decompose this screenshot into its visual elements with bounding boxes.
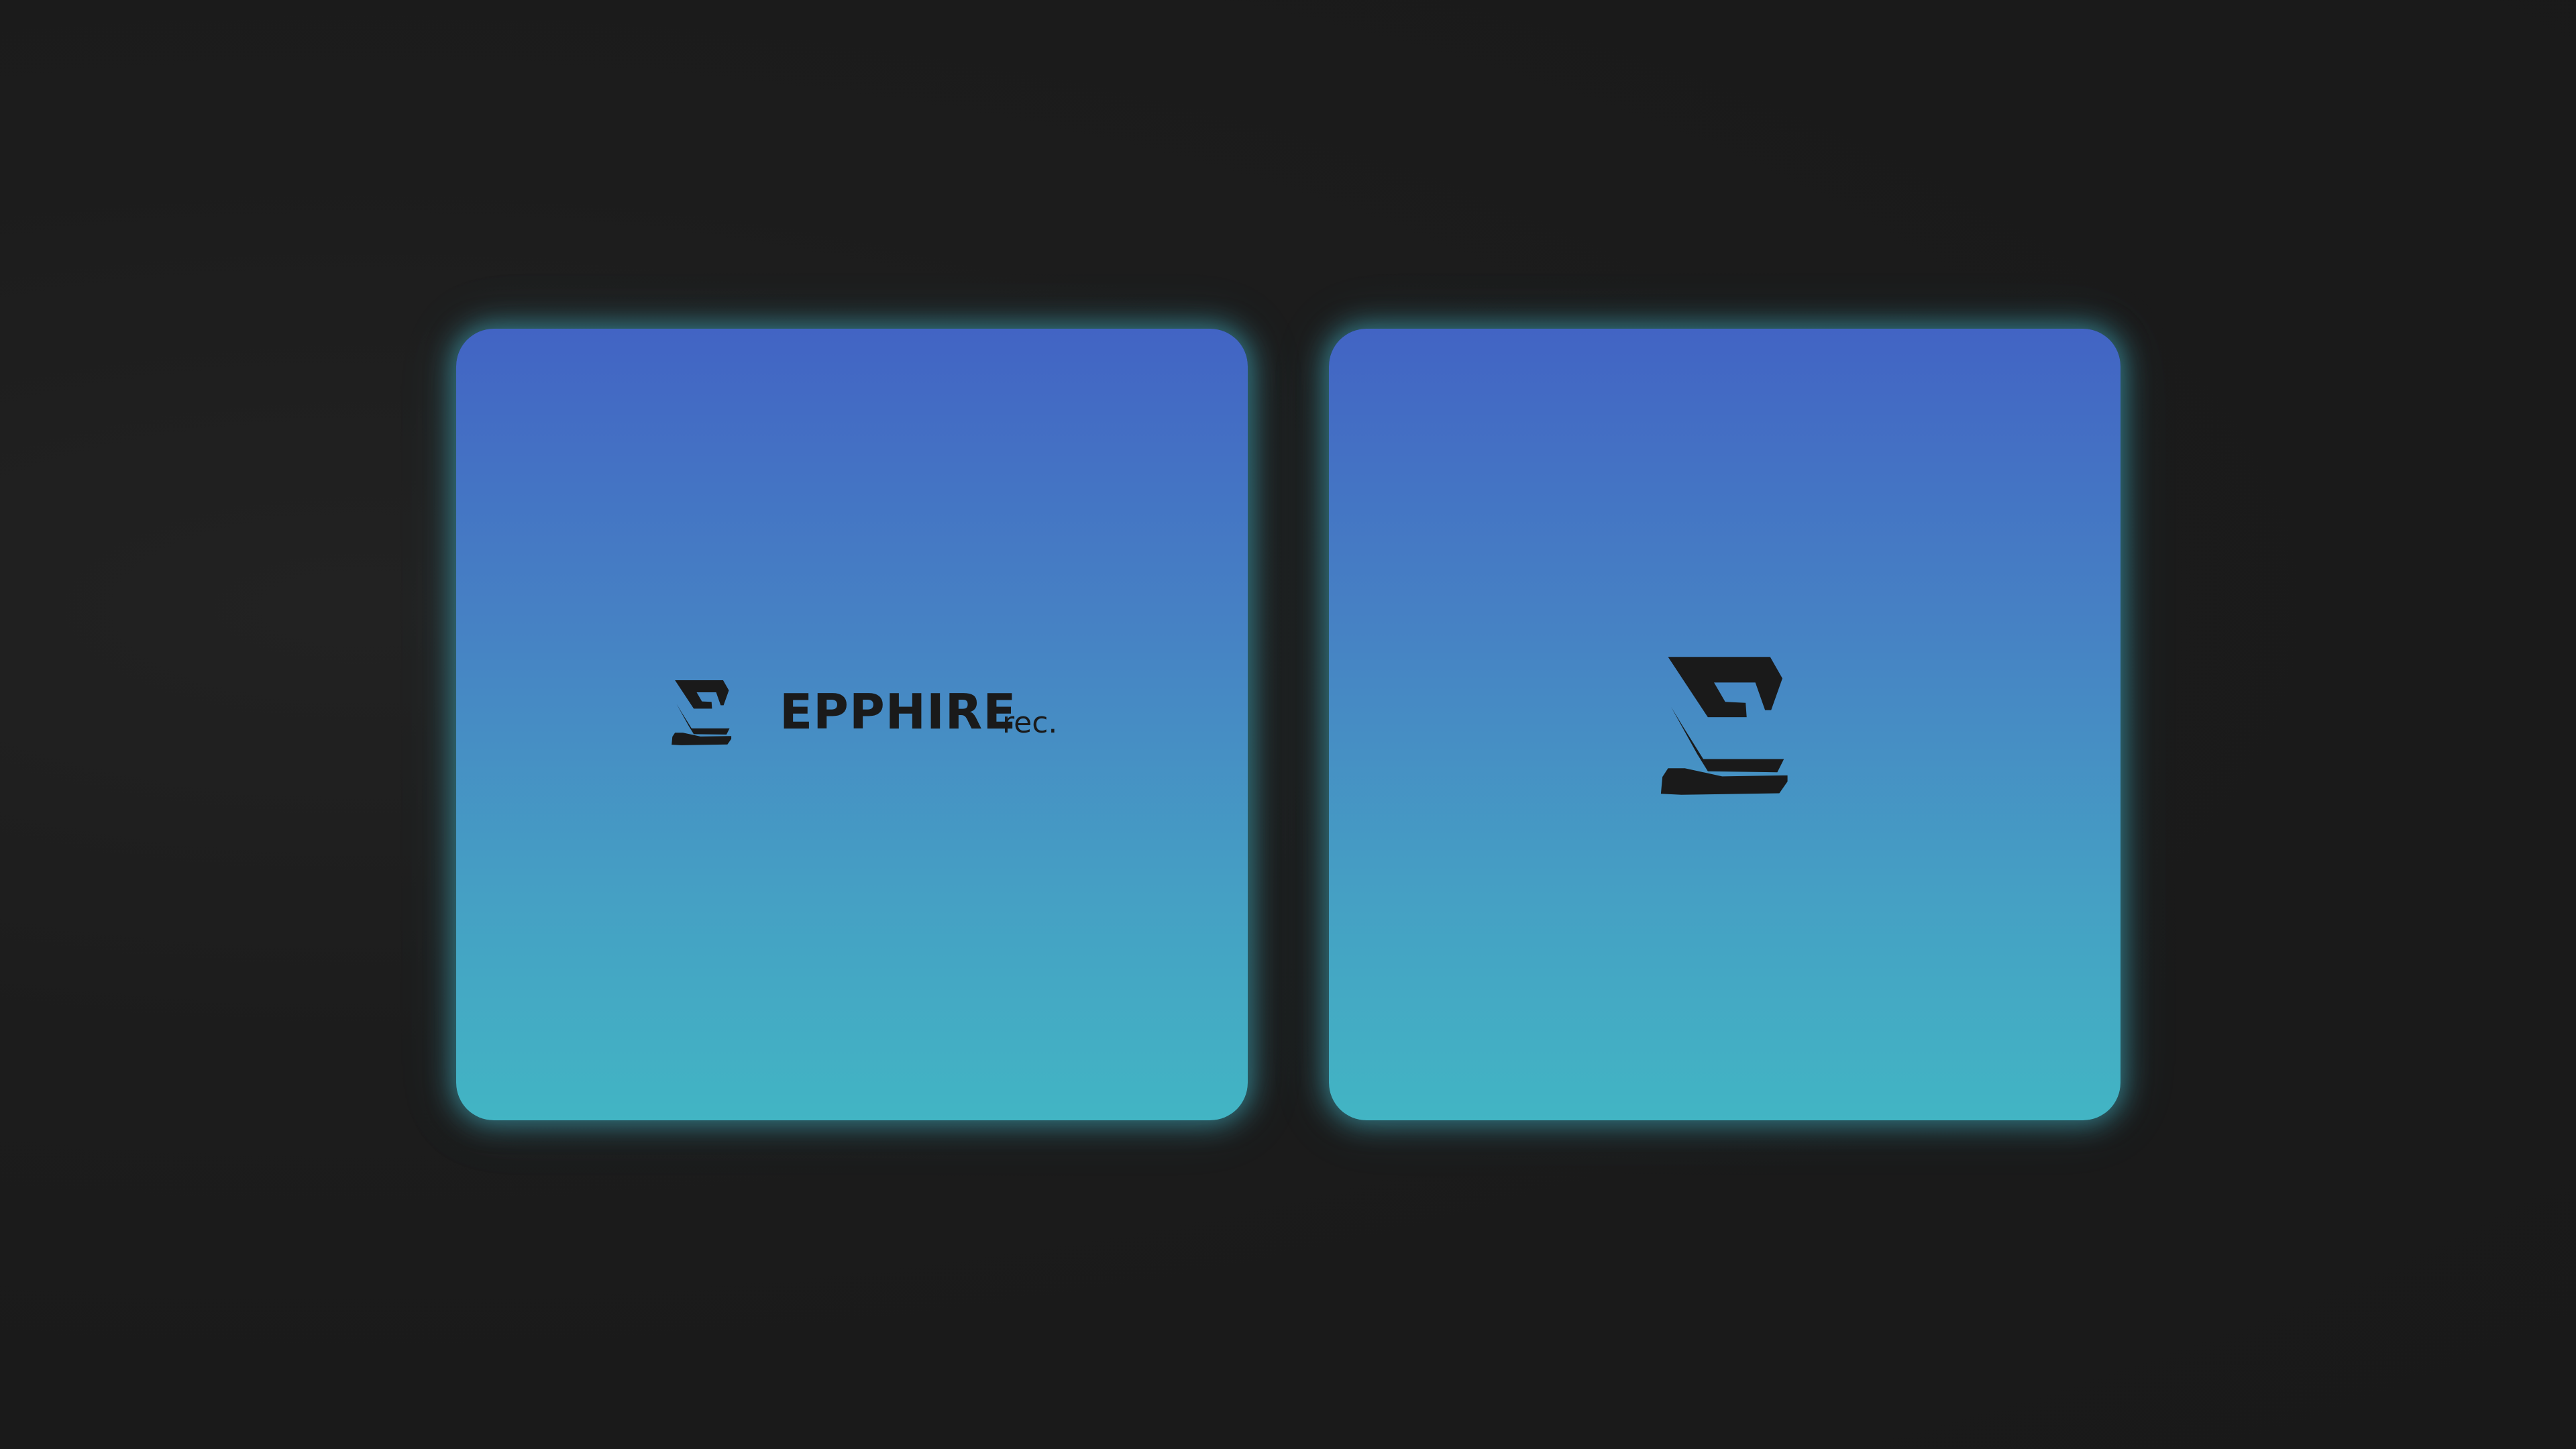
brand-suffix: rec. <box>1002 706 1058 740</box>
logo-icon-card <box>1329 329 2121 1120</box>
logo-wordmark-card: EPPHIRE rec. <box>456 329 1248 1120</box>
epphire-e-logo-icon <box>1660 657 1788 795</box>
epphire-e-logo-icon <box>672 680 732 745</box>
brand-name: EPPHIRE <box>780 684 1017 740</box>
